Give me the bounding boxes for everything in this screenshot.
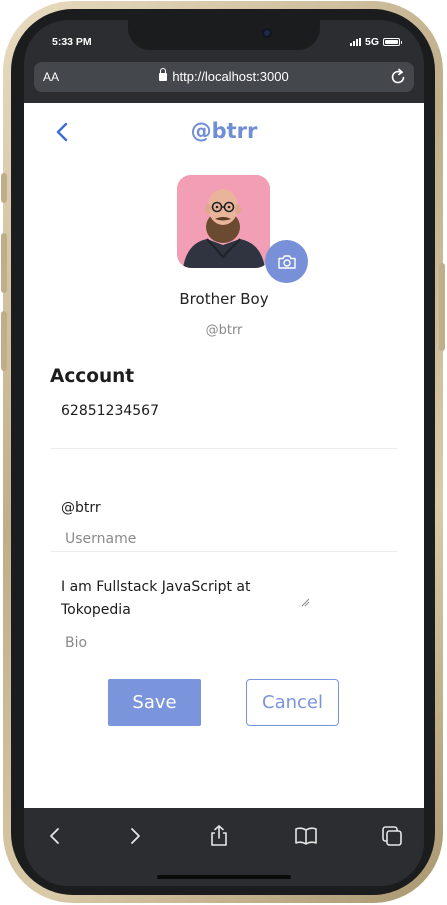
phone-field[interactable]: 62851234567 — [61, 403, 159, 419]
divider — [51, 551, 397, 552]
power-button — [439, 263, 445, 351]
save-button[interactable]: Save — [108, 679, 201, 726]
lock-icon — [159, 68, 168, 81]
book-icon[interactable] — [294, 824, 318, 848]
home-indicator[interactable] — [157, 875, 291, 879]
username-field[interactable]: @btrr — [61, 500, 101, 516]
username-label: Username — [65, 531, 137, 547]
avatar-container — [177, 175, 308, 283]
url-text: http://localhost:3000 — [172, 69, 289, 84]
avatar-photo — [177, 175, 270, 268]
tabs-icon[interactable] — [380, 824, 404, 848]
share-icon[interactable] — [207, 824, 231, 848]
battery-icon — [383, 38, 402, 46]
chevron-right-icon[interactable] — [123, 824, 147, 848]
resize-handle-icon[interactable] — [300, 597, 310, 607]
address-bar[interactable]: AA http://localhost:3000 — [34, 62, 414, 92]
change-photo-button[interactable] — [265, 240, 308, 283]
bio-textarea[interactable]: I am Fullstack JavaScript at Tokopedia — [61, 576, 311, 622]
profile-name: Brother Boy — [179, 290, 269, 308]
divider — [51, 448, 397, 449]
profile-edit-page: @btrr Brother Boy @btrr Account 62851234… — [24, 103, 424, 808]
profile-handle: @btrr — [205, 323, 243, 338]
status-time: 5:33 PM — [52, 36, 92, 48]
signal-bars-icon — [349, 38, 361, 46]
volume-up-button — [1, 233, 7, 293]
chevron-left-icon[interactable] — [43, 824, 67, 848]
status-indicators: 5G — [349, 36, 402, 48]
phone-screen: 5:33 PM 5G AA http://localhost:3000 @btr… — [24, 20, 424, 886]
cancel-button[interactable]: Cancel — [246, 679, 339, 726]
mute-switch — [1, 173, 7, 203]
url-display[interactable]: http://localhost:3000 — [34, 68, 414, 84]
reload-icon[interactable] — [388, 67, 408, 87]
status-bar: 5:33 PM 5G — [24, 34, 424, 50]
camera-icon — [277, 254, 296, 269]
volume-down-button — [1, 311, 7, 371]
bio-label: Bio — [65, 635, 88, 651]
avatar — [177, 175, 270, 268]
account-section-title: Account — [50, 366, 135, 387]
network-type: 5G — [364, 36, 379, 48]
page-title: @btrr — [190, 119, 258, 143]
